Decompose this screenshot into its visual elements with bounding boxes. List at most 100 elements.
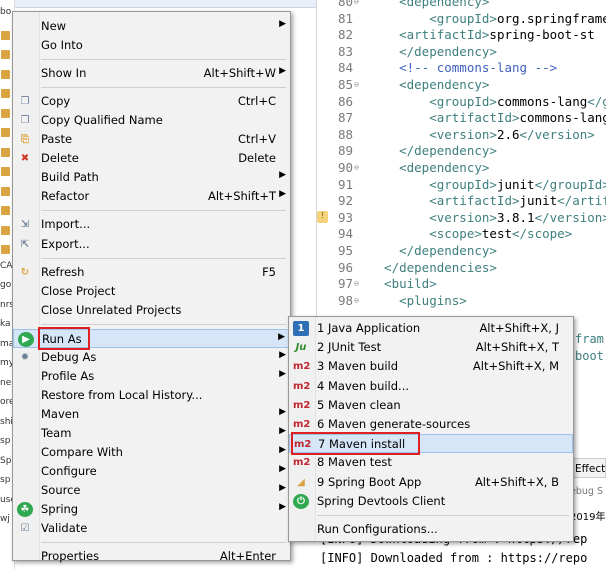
code-line[interactable]: 91 <groupId>junit</groupId> (317, 177, 606, 193)
fold-toggle-icon[interactable]: ⊖ (354, 0, 359, 6)
menu-item-delete[interactable]: ✖ Delete Delete (13, 149, 290, 168)
code-line[interactable]: 86 <groupId>commons-lang</gr (317, 94, 606, 110)
menu-item-7-maven-install[interactable]: m2 7 Maven install (289, 434, 573, 454)
xml-tag: <dependency> (369, 0, 490, 9)
package-icon (1, 167, 10, 176)
menu-item-shortcut: Alt+Enter (219, 549, 276, 564)
code-line[interactable]: 84 <!-- commons-lang --> (317, 60, 606, 76)
maven-icon: m2 (293, 361, 311, 373)
blank-icon (17, 407, 33, 422)
code-line[interactable]: 96 </dependencies> (317, 260, 606, 276)
menu-item-profile-as[interactable]: Profile As ▶ (13, 367, 290, 386)
code-line[interactable]: 92 <artifactId>junit</artifa (317, 193, 606, 209)
code-line[interactable]: 95 </dependency> (317, 243, 606, 259)
menu-item-label: 3 Maven build (317, 359, 399, 374)
line-number: 86 (337, 93, 353, 109)
menu-item-export[interactable]: ⇱ Export... (13, 235, 290, 254)
menu-item-build-path[interactable]: Build Path ▶ (13, 168, 290, 187)
explorer-item-label: ne (0, 377, 12, 388)
menu-item-label: Spring Devtools Client (317, 493, 446, 508)
submenu-arrow-icon: ▶ (279, 170, 286, 181)
java-application-icon: 1 (293, 321, 309, 336)
menu-item-label: 7 Maven install (318, 437, 406, 452)
code-line[interactable]: 88 <version>2.6</version> (317, 127, 606, 143)
code-line[interactable]: 82 <artifactId>spring-boot-st (317, 27, 606, 43)
xml-tag: <artifactId> (369, 110, 520, 126)
menu-item-import[interactable]: ⇲ Import... (13, 215, 290, 234)
pom-xml-editor[interactable]: 80 ⊖ <dependency> 81 <groupId>org.springfr… (316, 0, 606, 320)
menu-item-properties[interactable]: Properties Alt+Enter (13, 547, 290, 566)
code-line[interactable]: 94 <scope>test</scope> (317, 226, 606, 242)
menu-item-8-maven-test[interactable]: m2 8 Maven test (289, 453, 573, 472)
menu-item-validate[interactable]: ☑ Validate (13, 519, 290, 538)
code-line[interactable]: 85 ⊖ <dependency> (317, 77, 606, 93)
menu-item-5-maven-clean[interactable]: m2 5 Maven clean (289, 396, 573, 415)
menu-item-copy-qualified-name[interactable]: ❐ Copy Qualified Name (13, 111, 290, 130)
code-text: <build> (369, 276, 437, 291)
code-line[interactable]: 98 ⊖ <plugins> (317, 293, 606, 309)
menu-item-refresh[interactable]: ↻ Refresh F5 (13, 263, 290, 282)
menu-item-run-configurations[interactable]: Run Configurations... (289, 520, 573, 539)
menu-item-label: Team (41, 425, 72, 440)
menu-item-copy[interactable]: ❐ Copy Ctrl+C (13, 92, 290, 111)
menu-item-1-java-application[interactable]: 1 1 Java Application Alt+Shift+X, J (289, 319, 573, 338)
line-number: 95 (337, 243, 353, 258)
code-text: <plugins> (369, 293, 467, 308)
menu-item-9-spring-boot-app[interactable]: ◢ 9 Spring Boot App Alt+Shift+X, B (289, 473, 573, 492)
menu-item-4-maven-build[interactable]: m2 4 Maven build... (289, 377, 573, 396)
xml-tag: <version> (369, 209, 497, 225)
menu-item-new[interactable]: New ▶ (13, 17, 290, 36)
xml-tag: <artifactId> (369, 27, 490, 43)
fold-toggle-icon[interactable]: ⊖ (354, 163, 359, 172)
menu-item-label: Import... (41, 217, 91, 232)
submenu-arrow-icon: ▶ (279, 406, 286, 417)
menu-item-debug-as[interactable]: ✹ Debug As ▶ (13, 348, 290, 367)
code-text: <scope>test</scope> (369, 226, 572, 241)
fold-toggle-icon[interactable]: ⊖ (354, 279, 359, 288)
fold-toggle-icon[interactable]: ⊖ (354, 80, 359, 89)
menu-item-shortcut: Alt+Shift+X, M (472, 359, 559, 374)
blank-icon (293, 522, 309, 537)
menu-item-run-as[interactable]: ▶ Run As ▶ (13, 328, 290, 348)
menu-item-spring-devtools-client[interactable]: ⏻ Spring Devtools Client (289, 492, 573, 511)
menu-item-show-in[interactable]: Show In Alt+Shift+W ▶ (13, 64, 290, 83)
menu-item-refactor[interactable]: Refactor Alt+Shift+T ▶ (13, 187, 290, 206)
console-tab[interactable]: Effecti (570, 458, 606, 478)
submenu-arrow-icon: ▶ (279, 445, 286, 455)
line-number: 94 (337, 226, 353, 242)
code-value: commons-lang (519, 110, 606, 126)
menu-item-compare-with[interactable]: Compare With ▶ (13, 443, 290, 462)
code-line[interactable]: 90 ⊖ <dependency> (317, 160, 606, 176)
menu-item-restore-from-local-history[interactable]: Restore from Local History... (13, 386, 290, 405)
menu-item-3-maven-build[interactable]: m2 3 Maven build Alt+Shift+X, M (289, 357, 573, 376)
validate-icon: ☑ (20, 523, 30, 535)
menu-item-spring[interactable]: ☘ Spring ▶ (13, 500, 290, 519)
menu-item-2-junit-test[interactable]: Ju 2 JUnit Test Alt+Shift+X, T (289, 338, 573, 357)
code-line[interactable]: ! 93 <version>3.8.1</version> (317, 210, 606, 226)
menu-item-source[interactable]: Source ▶ (13, 481, 290, 500)
menu-item-paste[interactable]: ⎘ Paste Ctrl+V (13, 130, 290, 149)
menu-item-6-maven-generate-sources[interactable]: m2 6 Maven generate-sources (289, 415, 573, 434)
xml-tag: </version> (519, 126, 595, 142)
menu-item-team[interactable]: Team ▶ (13, 424, 290, 443)
code-text: <version>3.8.1</version> (369, 210, 606, 225)
menu-item-label: Spring (41, 502, 79, 517)
menu-item-close-unrelated-projects[interactable]: Close Unrelated Projects (13, 301, 290, 320)
code-text: <artifactId>junit</artifa (369, 193, 606, 208)
code-line[interactable]: 89 </dependency> (317, 143, 606, 159)
code-line[interactable]: 97 ⊖ <build> (317, 276, 606, 292)
delete-icon: ✖ (20, 153, 30, 165)
code-line[interactable]: 83 </dependency> (317, 44, 606, 60)
code-text: <artifactId>commons-lang</ (369, 110, 606, 125)
code-text: <version>2.6</version> (369, 127, 595, 142)
code-line[interactable]: 87 <artifactId>commons-lang</ (317, 110, 606, 126)
menu-item-configure[interactable]: Configure ▶ (13, 462, 290, 481)
code-line[interactable]: 81 <groupId>org.springframe (317, 11, 606, 27)
copy-icon: ❐ (20, 115, 30, 127)
menu-item-maven[interactable]: Maven ▶ (13, 405, 290, 424)
menu-item-close-project[interactable]: Close Project (13, 282, 290, 301)
menu-item-go-into[interactable]: Go Into (13, 36, 290, 55)
code-line[interactable]: 80 ⊖ <dependency> (317, 0, 606, 10)
menu-item-label: Restore from Local History... (41, 387, 203, 402)
fold-toggle-icon[interactable]: ⊖ (354, 296, 359, 305)
